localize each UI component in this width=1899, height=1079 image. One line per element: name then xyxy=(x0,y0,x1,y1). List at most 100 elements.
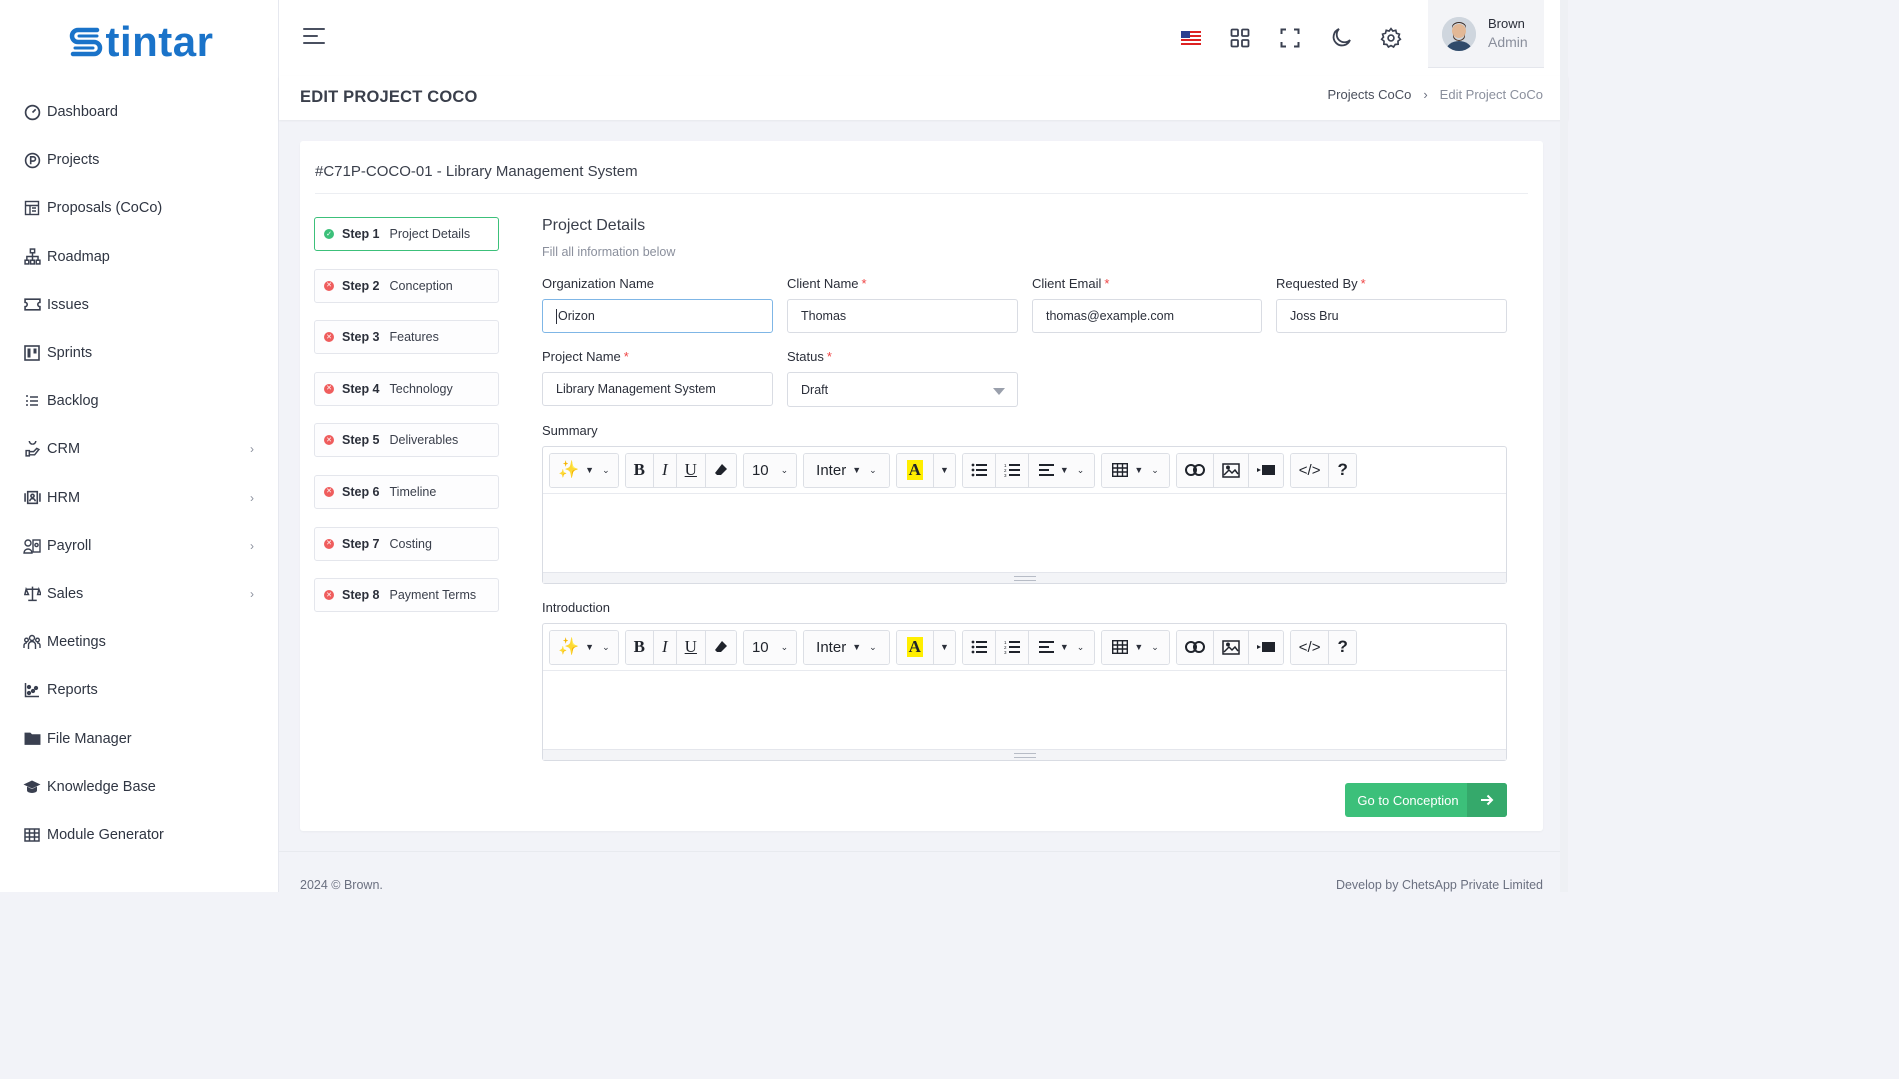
step-2-conception[interactable]: ✕ Step 2 Conception xyxy=(314,268,499,303)
page-scrollbar[interactable] xyxy=(1560,0,1568,892)
code-view-icon[interactable]: </> xyxy=(1290,630,1330,664)
magic-style-icon[interactable]: ✨ ▼ ⌄ xyxy=(550,453,618,487)
sidebar-item-backlog[interactable]: Backlog xyxy=(0,377,278,425)
sidebar-item-sprints[interactable]: Sprints xyxy=(0,329,278,377)
step-4-technology[interactable]: ✕ Step 4 Technology xyxy=(314,371,499,406)
magic-style-icon[interactable]: ✨ ▼ ⌄ xyxy=(550,630,618,664)
sidebar-item-label: Proposals (CoCo) xyxy=(47,200,163,217)
sidebar-item-issues[interactable]: Issues xyxy=(0,281,278,329)
link-icon[interactable] xyxy=(1176,630,1214,664)
go-to-conception-button[interactable]: Go to Conception xyxy=(1345,783,1507,817)
user-menu[interactable]: Brown Admin xyxy=(1428,0,1544,68)
step-number: Step 2 xyxy=(342,278,380,293)
svg-text:3: 3 xyxy=(1004,650,1007,655)
font-family-dropdown[interactable]: Inter ▼ ⌄ xyxy=(804,630,889,664)
speedometer-icon xyxy=(22,102,42,122)
align-dropdown-icon[interactable]: ▼ ⌄ xyxy=(1028,630,1095,664)
x-circle-icon: ✕ xyxy=(324,332,334,343)
organization-name-input[interactable]: Orizon xyxy=(542,299,773,333)
sidebar-item-roadmap[interactable]: Roadmap xyxy=(0,233,278,281)
introduction-textarea[interactable] xyxy=(543,671,1506,749)
eraser-icon[interactable] xyxy=(705,453,736,487)
underline-icon[interactable]: U xyxy=(676,630,706,664)
table-icon[interactable]: ▼ ⌄ xyxy=(1102,630,1169,664)
font-size-dropdown[interactable]: 10 ⌄ xyxy=(743,630,797,664)
editor-resize-handle[interactable] xyxy=(543,749,1506,760)
people-icon xyxy=(22,632,42,652)
code-view-icon[interactable]: </> xyxy=(1290,453,1330,487)
user-name: Brown xyxy=(1488,15,1525,31)
image-icon[interactable] xyxy=(1213,630,1249,664)
image-icon[interactable] xyxy=(1213,453,1249,487)
status-select[interactable]: Draft xyxy=(787,372,1018,407)
eraser-icon[interactable] xyxy=(705,630,736,664)
brand-logo[interactable]: tintar xyxy=(0,0,278,84)
sidebar-item-label: Projects xyxy=(47,152,100,169)
color-dropdown-icon[interactable]: ▼ xyxy=(933,630,955,664)
video-icon[interactable] xyxy=(1248,630,1283,664)
step-6-timeline[interactable]: ✕ Step 6 Timeline xyxy=(314,474,499,509)
numbered-list-icon[interactable]: 123 xyxy=(995,453,1029,487)
user-payroll-icon xyxy=(22,536,42,556)
apps-grid-icon[interactable] xyxy=(1228,26,1252,50)
numbered-list-icon[interactable]: 123 xyxy=(995,630,1029,664)
italic-icon[interactable]: I xyxy=(653,630,677,664)
step-5-deliverables[interactable]: ✕ Step 5 Deliverables xyxy=(314,423,499,458)
sidebar-item-module-generator[interactable]: Module Generator xyxy=(0,811,278,859)
step-8-payment-terms[interactable]: ✕ Step 8 Payment Terms xyxy=(314,578,499,613)
underline-icon[interactable]: U xyxy=(676,453,706,487)
step-1-project-details[interactable]: ✓ Step 1 Project Details xyxy=(314,217,499,251)
breadcrumb-parent-link[interactable]: Projects CoCo xyxy=(1328,87,1412,102)
color-dropdown-icon[interactable]: ▼ xyxy=(933,453,955,487)
fullscreen-icon[interactable] xyxy=(1278,26,1302,50)
highlight-color-icon[interactable]: A xyxy=(896,453,934,487)
align-dropdown-icon[interactable]: ▼ ⌄ xyxy=(1028,453,1095,487)
bold-icon[interactable]: B xyxy=(625,453,654,487)
bullet-list-icon[interactable] xyxy=(962,630,996,664)
sidebar-item-meetings[interactable]: Meetings xyxy=(0,618,278,666)
font-family-dropdown[interactable]: Inter ▼ ⌄ xyxy=(804,453,889,487)
table-icon[interactable]: ▼ ⌄ xyxy=(1102,453,1169,487)
project-name-input[interactable]: Library Management System xyxy=(542,372,773,406)
step-number: Step 3 xyxy=(342,330,380,345)
help-icon[interactable]: ? xyxy=(1329,630,1356,664)
bullet-list-icon[interactable] xyxy=(962,453,996,487)
dark-mode-moon-icon[interactable] xyxy=(1329,26,1353,50)
sidebar-item-label: File Manager xyxy=(47,730,132,747)
italic-icon[interactable]: I xyxy=(653,453,677,487)
sidebar-item-projects[interactable]: Projects xyxy=(0,136,278,184)
input-value: Thomas xyxy=(801,309,847,323)
link-icon[interactable] xyxy=(1176,453,1214,487)
us-flag-icon[interactable] xyxy=(1179,26,1203,50)
menu-toggle-icon[interactable] xyxy=(303,28,327,48)
sidebar-item-payroll[interactable]: Payroll › xyxy=(0,522,278,570)
sidebar-item-knowledge-base[interactable]: Knowledge Base xyxy=(0,763,278,811)
summary-textarea[interactable] xyxy=(543,494,1506,572)
sidebar-item-label: Dashboard xyxy=(47,104,118,121)
video-icon[interactable] xyxy=(1248,453,1283,487)
avatar xyxy=(1442,16,1476,51)
requested-by-input[interactable]: Joss Bru xyxy=(1276,299,1507,333)
step-name: Payment Terms xyxy=(389,588,477,603)
sidebar-item-sales[interactable]: Sales › xyxy=(0,570,278,618)
bold-icon[interactable]: B xyxy=(625,630,654,664)
sidebar-item-proposals[interactable]: Proposals (CoCo) xyxy=(0,184,278,232)
highlight-color-icon[interactable]: A xyxy=(896,630,934,664)
editor-resize-handle[interactable] xyxy=(543,572,1506,583)
sitemap-icon xyxy=(22,247,42,267)
step-7-costing[interactable]: ✕ Step 7 Costing xyxy=(314,526,499,561)
brand-name: tintar xyxy=(105,18,214,65)
help-icon[interactable]: ? xyxy=(1329,453,1356,487)
client-name-input[interactable]: Thomas xyxy=(787,299,1018,333)
font-size-dropdown[interactable]: 10 ⌄ xyxy=(743,453,797,487)
id-card-icon xyxy=(22,488,42,508)
sidebar-item-hrm[interactable]: HRM › xyxy=(0,474,278,522)
sidebar-item-file-manager[interactable]: File Manager xyxy=(0,714,278,762)
client-email-input[interactable]: thomas@example.com xyxy=(1032,299,1262,333)
sidebar-item-reports[interactable]: Reports xyxy=(0,666,278,714)
step-name: Costing xyxy=(389,536,432,551)
step-3-features[interactable]: ✕ Step 3 Features xyxy=(314,320,499,355)
sidebar-item-crm[interactable]: CRM › xyxy=(0,425,278,473)
sidebar-item-dashboard[interactable]: Dashboard xyxy=(0,88,278,136)
settings-gear-icon[interactable] xyxy=(1379,26,1403,50)
